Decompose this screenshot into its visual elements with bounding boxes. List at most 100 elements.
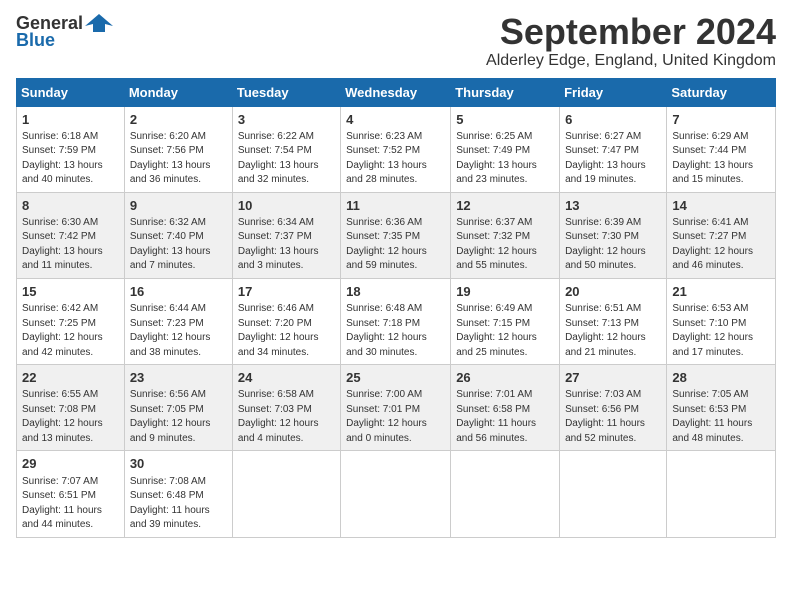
calendar-cell: 17Sunrise: 6:46 AMSunset: 7:20 PMDayligh… bbox=[232, 278, 340, 364]
days-of-week-row: SundayMondayTuesdayWednesdayThursdayFrid… bbox=[17, 78, 776, 106]
day-info: Sunrise: 6:37 AMSunset: 7:32 PMDaylight:… bbox=[456, 216, 554, 274]
calendar-cell: 4Sunrise: 6:23 AMSunset: 7:52 PMDaylight… bbox=[341, 106, 451, 192]
dow-header-saturday: Saturday bbox=[667, 78, 776, 106]
calendar-cell: 8Sunrise: 6:30 AMSunset: 7:42 PMDaylight… bbox=[17, 192, 125, 278]
day-info: Sunrise: 6:41 AMSunset: 7:27 PMDaylight:… bbox=[672, 216, 770, 274]
calendar-body: 1Sunrise: 6:18 AMSunset: 7:59 PMDaylight… bbox=[17, 106, 776, 537]
location: Alderley Edge, England, United Kingdom bbox=[486, 52, 776, 70]
calendar-cell: 22Sunrise: 6:55 AMSunset: 7:08 PMDayligh… bbox=[17, 365, 125, 451]
calendar-cell: 20Sunrise: 6:51 AMSunset: 7:13 PMDayligh… bbox=[560, 278, 667, 364]
day-info: Sunrise: 6:20 AMSunset: 7:56 PMDaylight:… bbox=[130, 130, 227, 188]
day-number: 5 bbox=[456, 111, 554, 129]
calendar-table: SundayMondayTuesdayWednesdayThursdayFrid… bbox=[16, 78, 776, 538]
day-info: Sunrise: 7:01 AMSunset: 6:58 PMDaylight:… bbox=[456, 388, 554, 446]
month-title: September 2024 bbox=[486, 12, 776, 52]
calendar-cell: 9Sunrise: 6:32 AMSunset: 7:40 PMDaylight… bbox=[124, 192, 232, 278]
dow-header-friday: Friday bbox=[560, 78, 667, 106]
dow-header-monday: Monday bbox=[124, 78, 232, 106]
logo-blue-text: Blue bbox=[16, 30, 55, 51]
day-info: Sunrise: 6:48 AMSunset: 7:18 PMDaylight:… bbox=[346, 302, 445, 360]
calendar-cell bbox=[232, 451, 340, 537]
day-number: 6 bbox=[565, 111, 661, 129]
day-info: Sunrise: 6:22 AMSunset: 7:54 PMDaylight:… bbox=[238, 130, 335, 188]
week-row-5: 29 Sunrise: 7:07 AMSunset: 6:51 PMDayligh… bbox=[17, 451, 776, 537]
week-row-3: 15Sunrise: 6:42 AMSunset: 7:25 PMDayligh… bbox=[17, 278, 776, 364]
day-info: Sunrise: 7:08 AMSunset: 6:48 PMDaylight:… bbox=[130, 475, 227, 533]
day-info: Sunrise: 6:36 AMSunset: 7:35 PMDaylight:… bbox=[346, 216, 445, 274]
calendar-cell bbox=[341, 451, 451, 537]
calendar-cell: 5Sunrise: 6:25 AMSunset: 7:49 PMDaylight… bbox=[451, 106, 560, 192]
day-info: Sunrise: 6:25 AMSunset: 7:49 PMDaylight:… bbox=[456, 130, 554, 188]
day-number: 30 bbox=[130, 455, 227, 473]
day-info: Sunrise: 6:34 AMSunset: 7:37 PMDaylight:… bbox=[238, 216, 335, 274]
week-row-2: 8Sunrise: 6:30 AMSunset: 7:42 PMDaylight… bbox=[17, 192, 776, 278]
day-info: Sunrise: 6:55 AMSunset: 7:08 PMDaylight:… bbox=[22, 388, 119, 446]
day-info: Sunrise: 7:05 AMSunset: 6:53 PMDaylight:… bbox=[672, 388, 770, 446]
day-number: 18 bbox=[346, 283, 445, 301]
calendar-cell: 26Sunrise: 7:01 AMSunset: 6:58 PMDayligh… bbox=[451, 365, 560, 451]
day-info: Sunrise: 6:53 AMSunset: 7:10 PMDaylight:… bbox=[672, 302, 770, 360]
day-number: 24 bbox=[238, 369, 335, 387]
day-number: 12 bbox=[456, 197, 554, 215]
day-info: Sunrise: 6:32 AMSunset: 7:40 PMDaylight:… bbox=[130, 216, 227, 274]
calendar-cell bbox=[451, 451, 560, 537]
day-number: 7 bbox=[672, 111, 770, 129]
day-number: 27 bbox=[565, 369, 661, 387]
day-number: 25 bbox=[346, 369, 445, 387]
day-info: Sunrise: 6:30 AMSunset: 7:42 PMDaylight:… bbox=[22, 216, 119, 274]
calendar-cell: 27Sunrise: 7:03 AMSunset: 6:56 PMDayligh… bbox=[560, 365, 667, 451]
calendar-cell bbox=[667, 451, 776, 537]
calendar-cell: 30 Sunrise: 7:08 AMSunset: 6:48 PMDayligh… bbox=[124, 451, 232, 537]
day-number: 9 bbox=[130, 197, 227, 215]
calendar-cell: 18Sunrise: 6:48 AMSunset: 7:18 PMDayligh… bbox=[341, 278, 451, 364]
day-number: 1 bbox=[22, 111, 119, 129]
day-number: 11 bbox=[346, 197, 445, 215]
day-info: Sunrise: 6:23 AMSunset: 7:52 PMDaylight:… bbox=[346, 130, 445, 188]
day-info: Sunrise: 6:44 AMSunset: 7:23 PMDaylight:… bbox=[130, 302, 227, 360]
day-info: Sunrise: 6:49 AMSunset: 7:15 PMDaylight:… bbox=[456, 302, 554, 360]
day-info: Sunrise: 6:18 AMSunset: 7:59 PMDaylight:… bbox=[22, 130, 119, 188]
day-number: 16 bbox=[130, 283, 227, 301]
day-number: 4 bbox=[346, 111, 445, 129]
logo-bird-icon bbox=[85, 12, 113, 34]
dow-header-thursday: Thursday bbox=[451, 78, 560, 106]
calendar-cell: 3Sunrise: 6:22 AMSunset: 7:54 PMDaylight… bbox=[232, 106, 340, 192]
day-number: 8 bbox=[22, 197, 119, 215]
day-number: 19 bbox=[456, 283, 554, 301]
day-number: 28 bbox=[672, 369, 770, 387]
calendar-cell: 19Sunrise: 6:49 AMSunset: 7:15 PMDayligh… bbox=[451, 278, 560, 364]
day-number: 14 bbox=[672, 197, 770, 215]
calendar-cell: 14Sunrise: 6:41 AMSunset: 7:27 PMDayligh… bbox=[667, 192, 776, 278]
day-info: Sunrise: 6:39 AMSunset: 7:30 PMDaylight:… bbox=[565, 216, 661, 274]
day-info: Sunrise: 6:42 AMSunset: 7:25 PMDaylight:… bbox=[22, 302, 119, 360]
title-area: September 2024 Alderley Edge, England, U… bbox=[486, 12, 776, 70]
day-number: 22 bbox=[22, 369, 119, 387]
calendar-cell bbox=[560, 451, 667, 537]
calendar-cell: 21Sunrise: 6:53 AMSunset: 7:10 PMDayligh… bbox=[667, 278, 776, 364]
calendar-cell: 7Sunrise: 6:29 AMSunset: 7:44 PMDaylight… bbox=[667, 106, 776, 192]
week-row-4: 22Sunrise: 6:55 AMSunset: 7:08 PMDayligh… bbox=[17, 365, 776, 451]
day-number: 10 bbox=[238, 197, 335, 215]
day-number: 21 bbox=[672, 283, 770, 301]
calendar-cell: 24Sunrise: 6:58 AMSunset: 7:03 PMDayligh… bbox=[232, 365, 340, 451]
calendar-cell: 29 Sunrise: 7:07 AMSunset: 6:51 PMDayligh… bbox=[17, 451, 125, 537]
day-info: Sunrise: 6:27 AMSunset: 7:47 PMDaylight:… bbox=[565, 130, 661, 188]
calendar-cell: 15Sunrise: 6:42 AMSunset: 7:25 PMDayligh… bbox=[17, 278, 125, 364]
day-info: Sunrise: 6:46 AMSunset: 7:20 PMDaylight:… bbox=[238, 302, 335, 360]
day-info: Sunrise: 7:07 AMSunset: 6:51 PMDaylight:… bbox=[22, 475, 119, 533]
logo: General Blue bbox=[16, 12, 113, 51]
calendar-cell: 11Sunrise: 6:36 AMSunset: 7:35 PMDayligh… bbox=[341, 192, 451, 278]
day-info: Sunrise: 7:03 AMSunset: 6:56 PMDaylight:… bbox=[565, 388, 661, 446]
day-info: Sunrise: 6:56 AMSunset: 7:05 PMDaylight:… bbox=[130, 388, 227, 446]
week-row-1: 1Sunrise: 6:18 AMSunset: 7:59 PMDaylight… bbox=[17, 106, 776, 192]
day-number: 13 bbox=[565, 197, 661, 215]
day-info: Sunrise: 6:29 AMSunset: 7:44 PMDaylight:… bbox=[672, 130, 770, 188]
day-number: 17 bbox=[238, 283, 335, 301]
day-number: 20 bbox=[565, 283, 661, 301]
day-info: Sunrise: 7:00 AMSunset: 7:01 PMDaylight:… bbox=[346, 388, 445, 446]
calendar-cell: 25Sunrise: 7:00 AMSunset: 7:01 PMDayligh… bbox=[341, 365, 451, 451]
day-number: 29 bbox=[22, 455, 119, 473]
dow-header-tuesday: Tuesday bbox=[232, 78, 340, 106]
day-info: Sunrise: 6:51 AMSunset: 7:13 PMDaylight:… bbox=[565, 302, 661, 360]
calendar-cell: 10Sunrise: 6:34 AMSunset: 7:37 PMDayligh… bbox=[232, 192, 340, 278]
